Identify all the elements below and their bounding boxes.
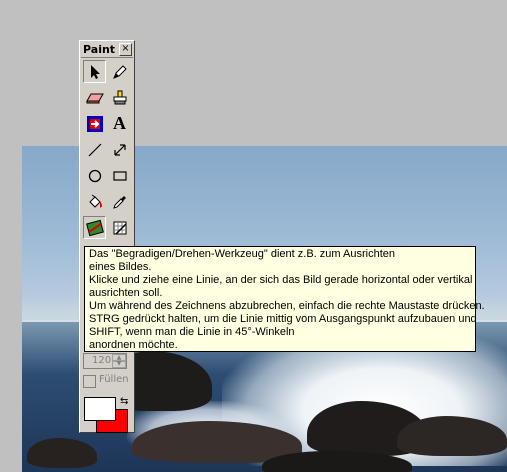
- tooltip-line: Das "Begradigen/Drehen-Werkzeug" dient z…: [89, 248, 395, 260]
- stamp-tool[interactable]: [108, 86, 131, 109]
- straighten-rotate-tool[interactable]: [83, 216, 106, 239]
- tooltip-line: anordnen möchte.: [89, 339, 178, 351]
- spin-down-icon[interactable]: ▼: [112, 360, 126, 368]
- eyedropper-tool[interactable]: [108, 190, 131, 213]
- rectangle-tool[interactable]: [108, 164, 131, 187]
- eraser-icon: [85, 93, 104, 103]
- swap-colors-icon[interactable]: ⇆: [120, 396, 128, 407]
- eyedropper-icon: [112, 195, 126, 209]
- stamp-icon: [113, 90, 126, 104]
- palette-title-bar[interactable]: Paint ×: [81, 42, 133, 58]
- rotate-straighten-icon: [85, 219, 104, 236]
- tooltip-line: STRG gedrückt halten, um die Linie mitti…: [89, 313, 477, 325]
- eraser-tool[interactable]: [83, 86, 106, 109]
- paint-bucket-icon: [88, 194, 102, 208]
- close-button[interactable]: ×: [119, 43, 132, 56]
- pencil-icon: [112, 64, 127, 79]
- arrow-tool[interactable]: [108, 138, 131, 161]
- select-tool[interactable]: [83, 60, 106, 83]
- fill-tool[interactable]: [83, 190, 106, 213]
- transform-tool[interactable]: [83, 112, 106, 135]
- fill-label: Füllen: [99, 374, 129, 385]
- text-tool[interactable]: A: [108, 112, 131, 135]
- tooltip-line: Um während des Zeichnens abzubrechen, ei…: [89, 300, 485, 312]
- tooltip-line: SHIFT, wenn man die Linie in 45°-Winkeln: [89, 326, 295, 338]
- rectangle-icon: [112, 170, 127, 181]
- double-arrow-icon: [113, 143, 126, 156]
- tooltip-line: ausrichten soll.: [89, 287, 163, 299]
- palette-title: Paint: [83, 43, 116, 56]
- grid-pencil-icon: [113, 221, 127, 235]
- paint-tool-palette[interactable]: Paint × A 120 ▲ ▼ Füllen ⇆: [79, 40, 135, 433]
- text-a-icon: A: [113, 113, 126, 133]
- foreground-color-swatch[interactable]: [84, 397, 116, 421]
- tool-tooltip: Das "Begradigen/Drehen-Werkzeug" dient z…: [84, 246, 485, 352]
- tooltip-line: eines Bildes.: [89, 261, 152, 273]
- transform-icon: [86, 115, 103, 132]
- arrow-pointer-icon: [90, 64, 100, 79]
- fill-checkbox[interactable]: [83, 375, 96, 388]
- ellipse-tool[interactable]: [83, 164, 106, 187]
- grid-tool[interactable]: [108, 216, 131, 239]
- ellipse-icon: [88, 169, 101, 182]
- line-icon: [88, 143, 101, 156]
- pencil-tool[interactable]: [108, 60, 131, 83]
- line-tool[interactable]: [83, 138, 106, 161]
- size-spinner[interactable]: 120 ▲ ▼: [83, 353, 127, 369]
- tooltip-line: Klicke und ziehe eine Linie, an der sich…: [89, 274, 473, 286]
- size-value: 120: [92, 355, 112, 366]
